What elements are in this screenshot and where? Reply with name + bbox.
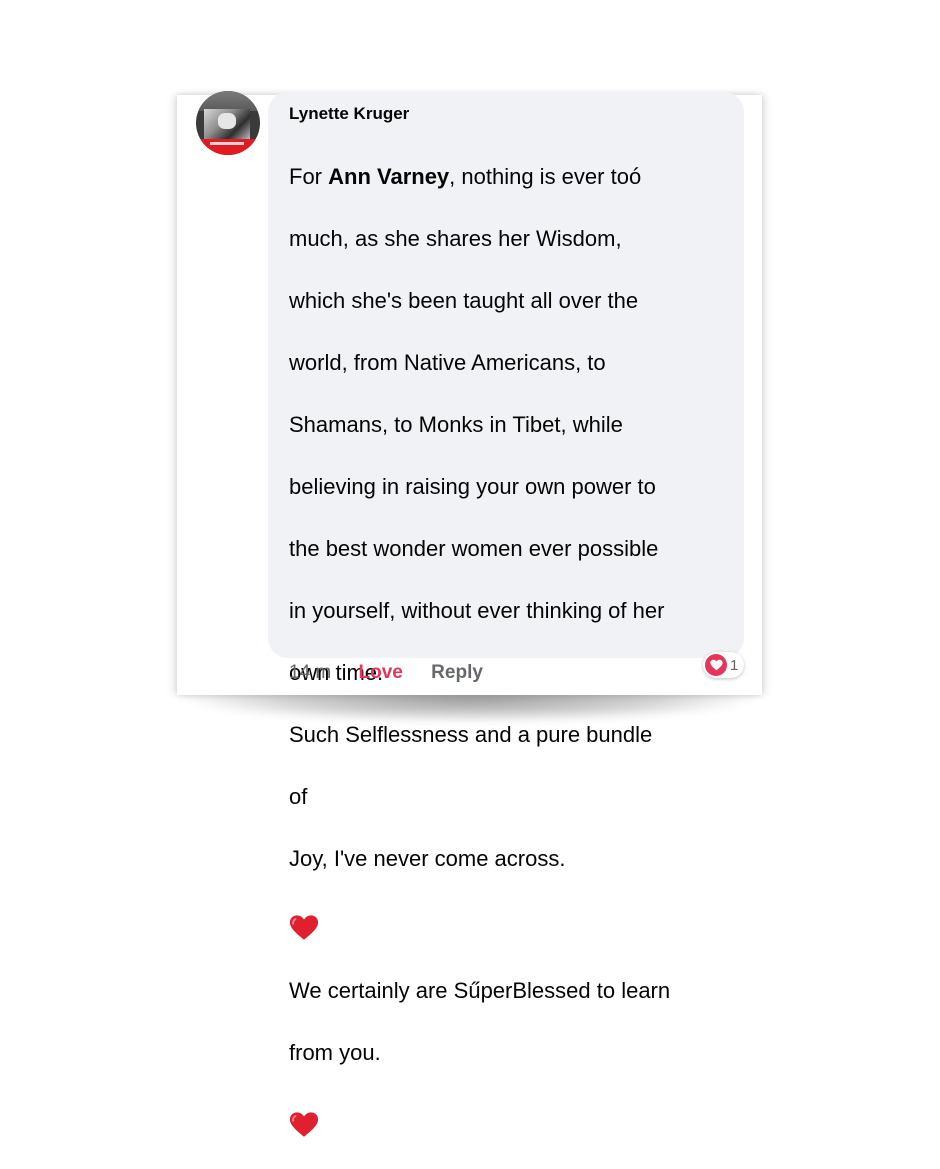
comment-line: world, from Native Americans, to [289, 350, 606, 375]
comment-line: We certainly are SűperBlessed to learn [289, 978, 671, 1003]
comment-line: believing in raising your own power to [289, 474, 656, 499]
comment-line: For Ann Varney, nothing is ever toó [289, 164, 642, 189]
comment-line: of [289, 784, 308, 809]
comment-timestamp[interactable]: 14 m [289, 662, 331, 684]
comment-author[interactable]: Lynette Kruger [289, 104, 409, 124]
heart-reaction-icon [705, 654, 727, 676]
comment-line: which she's been taught all over the [289, 288, 639, 313]
love-button[interactable]: Love [359, 662, 403, 684]
comment-line: Shamans, to Monks in Tibet, while [289, 412, 623, 437]
comment-text: For Ann Varney, nothing is ever toó much… [289, 130, 739, 1169]
comment-line: Such Selflessness and a pure bundle [289, 722, 653, 747]
comment-line: Joy, I've never come across. [289, 846, 566, 871]
reaction-count: 1 [730, 656, 739, 674]
red-heart-icon [289, 1112, 319, 1137]
comment-line: in yourself, without ever thinking of he… [289, 598, 665, 623]
avatar[interactable] [196, 91, 260, 155]
mentioned-person[interactable]: Ann Varney [328, 164, 449, 189]
comment-actions: 14 m Love Reply [289, 662, 483, 684]
reply-button[interactable]: Reply [431, 662, 483, 684]
emoji-line [289, 1099, 739, 1138]
comment-line: the best wonder women ever possible [289, 536, 659, 561]
emoji-line [289, 905, 739, 944]
reaction-summary[interactable]: 1 [703, 652, 745, 678]
comment-line: much, as she shares her Wisdom, [289, 226, 622, 251]
comment-line: from you. [289, 1040, 381, 1065]
red-heart-icon [289, 915, 319, 940]
